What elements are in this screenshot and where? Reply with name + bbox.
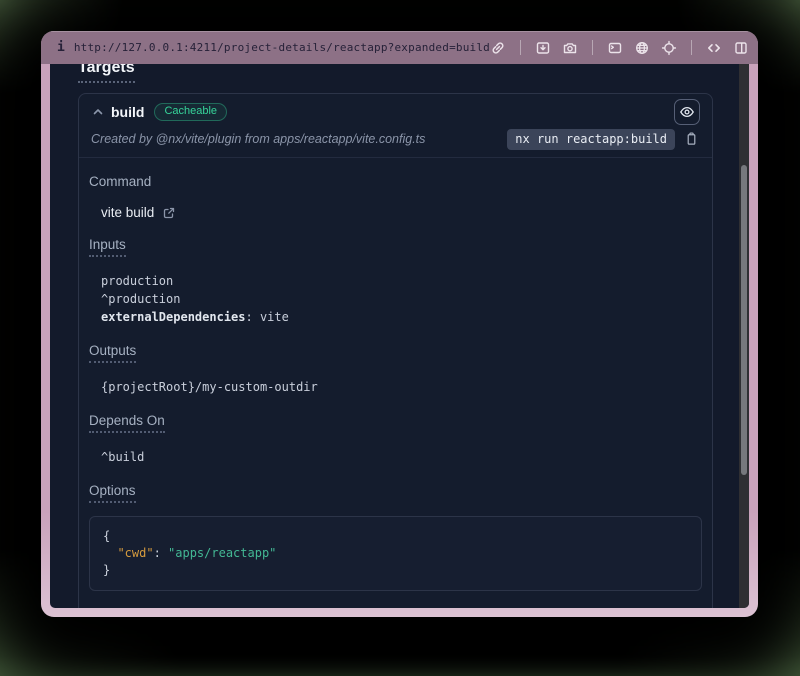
card-divider [79, 157, 712, 158]
input-item: ^production [101, 290, 702, 308]
copy-icon[interactable] [684, 131, 700, 147]
browser-toolbar: i http://127.0.0.1:4211/project-details/… [41, 31, 758, 64]
toolbar-separator [691, 40, 692, 55]
build-target-title[interactable]: build [111, 104, 144, 120]
cacheable-badge: Cacheable [154, 103, 227, 121]
info-icon: i [57, 40, 65, 55]
url-text[interactable]: http://127.0.0.1:4211/project-details/re… [74, 41, 490, 54]
chevron-up-icon[interactable] [91, 105, 105, 119]
browser-window: i http://127.0.0.1:4211/project-details/… [41, 31, 758, 617]
input-item: externalDependencies: vite [101, 308, 702, 326]
outputs-heading: Outputs [89, 343, 136, 363]
page-content: Targets build Cacheable Created by @nx/v… [50, 64, 749, 608]
toolbar-separator [520, 40, 521, 55]
output-item: {projectRoot}/my-custom-outdir [101, 378, 702, 396]
json-line: { [103, 528, 688, 545]
crosshair-icon[interactable] [661, 40, 677, 56]
json-line: } [103, 562, 688, 579]
import-icon[interactable] [535, 40, 551, 56]
scrollbar [739, 64, 749, 608]
external-link-icon[interactable] [162, 206, 176, 220]
code-icon[interactable] [706, 40, 722, 56]
command-heading: Command [89, 174, 151, 189]
terminal-icon[interactable] [607, 40, 623, 56]
link-icon[interactable] [490, 40, 506, 56]
depends-on-item: ^build [101, 448, 702, 466]
target-card-build: build Cacheable Created by @nx/vite/plug… [78, 93, 713, 608]
input-item: production [101, 272, 702, 290]
camera-icon[interactable] [562, 40, 578, 56]
command-value: vite build [101, 205, 154, 220]
depends-on-heading: Depends On [89, 413, 165, 433]
columns-icon[interactable] [733, 40, 749, 56]
page-title: Targets [78, 64, 135, 83]
toolbar-actions [490, 40, 749, 56]
toolbar-separator [592, 40, 593, 55]
build-card-body: Command vite build Inputs production ^pr… [79, 174, 712, 608]
options-heading: Options [89, 483, 136, 503]
scrollbar-thumb[interactable] [741, 165, 747, 475]
json-line: "cwd": "apps/reactapp" [103, 545, 688, 562]
depends-on-list: ^build [101, 448, 702, 466]
inputs-heading: Inputs [89, 237, 126, 257]
outputs-list: {projectRoot}/my-custom-outdir [101, 378, 702, 396]
options-json: { "cwd": "apps/reactapp"} [89, 516, 702, 591]
build-card-header: build Cacheable Created by @nx/vite/plug… [79, 94, 712, 157]
json-value: "apps/reactapp" [168, 546, 276, 560]
inputs-list: production ^production externalDependenc… [101, 272, 702, 326]
run-command-chip: nx run reactapp:build [507, 129, 675, 150]
json-key: "cwd" [117, 546, 153, 560]
created-by-text: Created by @nx/vite/plugin from apps/rea… [91, 132, 425, 146]
globe-icon[interactable] [634, 40, 650, 56]
eye-button[interactable] [674, 99, 700, 125]
